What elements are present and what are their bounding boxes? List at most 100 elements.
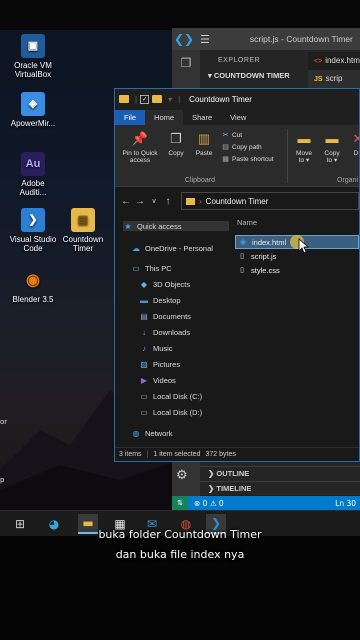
nav-onedrive[interactable]: ☁ OneDrive - Personal (131, 243, 213, 253)
nav-label: Documents (153, 311, 191, 321)
files-icon[interactable]: ❐ (172, 50, 200, 76)
desktop-icon-label: Countdown Timer (62, 235, 104, 253)
paste-shortcut-label: Paste shortcut (232, 156, 274, 163)
new-folder-icon[interactable] (152, 95, 163, 103)
outline-section[interactable]: ❯ OUTLINE (200, 466, 360, 480)
quick-access-dropdown-icon[interactable]: ▾ (168, 95, 172, 104)
hamburger-menu-icon[interactable]: ☰ (200, 33, 210, 46)
nav-pictures[interactable]: ▨ Pictures (139, 359, 180, 369)
explorer-titlebar: | ✓ ▾ | Countdown Timer (115, 89, 359, 109)
ribbon-home: 📌 Pin to Quick access ❐ Copy ▥ Paste ✂ Cu… (115, 125, 359, 187)
desktop-icon-virtualbox[interactable]: ▣ Oracle VM VirtualBox (2, 34, 64, 79)
vscode-titlebar: ❮❯ ☰ script.js - Countdown Timer (172, 28, 360, 50)
nav-label: This PC (145, 263, 172, 273)
nav-label: Local Disk (D:) (153, 407, 203, 417)
address-bar[interactable]: › Countdown Timer (181, 192, 359, 210)
cursor-position[interactable]: Ln 30 (335, 499, 356, 508)
caption-line-1: buka folder Countdown Timer (98, 528, 262, 541)
nav-desktop[interactable]: ▬ Desktop (139, 295, 181, 305)
move-to-label: Move to ▾ (296, 150, 312, 164)
document-icon: ▤ (140, 311, 148, 321)
paste-label: Paste (195, 150, 213, 157)
caption-line-2: dan buka file index nya (115, 548, 245, 561)
virtualbox-icon: ▣ (21, 34, 45, 58)
selection-size: 372 bytes (205, 451, 236, 458)
tab-share[interactable]: Share (183, 110, 221, 125)
desktop-icon-countdown-timer[interactable]: ▤ Countdown Timer (52, 208, 114, 253)
nav-network[interactable]: ◍ Network (131, 428, 173, 438)
cube-icon: ◆ (140, 279, 148, 289)
properties-icon[interactable]: ✓ (140, 94, 150, 104)
organize-group-label: Organi (337, 177, 359, 184)
problems-indicator[interactable]: ⊗ 0 ⚠ 0 (194, 499, 224, 508)
delete-button[interactable]: ✕ D (349, 129, 359, 158)
move-to-button[interactable]: ▬ Move to ▾ (293, 129, 315, 165)
tab-script-js[interactable]: JS scrip (308, 70, 360, 88)
copy-path-label: Copy path (232, 144, 262, 151)
ribbon-tabs: File Home Share View (115, 109, 359, 125)
tab-label: scrip (325, 74, 343, 83)
copy-icon: ❐ (170, 130, 182, 146)
copy-path-button[interactable]: ▤ Copy path (221, 143, 262, 151)
file-style-css[interactable]: ▯ style.css (235, 263, 359, 277)
file-icon: ▯ (240, 267, 244, 274)
file-script-js[interactable]: ▯ script.js (235, 249, 359, 263)
nav-quick-access[interactable]: ★ Quick access (123, 221, 229, 231)
explorer-window-title: Countdown Timer (189, 94, 252, 104)
paste-icon: ▥ (197, 130, 211, 146)
nav-local-disk-c[interactable]: ▭ Local Disk (C:) (139, 391, 202, 401)
nav-label: Local Disk (C:) (153, 391, 203, 401)
folder-section-header[interactable]: ▾ COUNTDOWN TIMER (200, 64, 308, 80)
nav-this-pc[interactable]: ▭ This PC (131, 263, 172, 273)
tab-home[interactable]: Home (145, 110, 184, 125)
up-arrow-icon[interactable]: ↑ (161, 196, 175, 207)
edge-html-file-icon: ◉ (239, 239, 247, 246)
drive-icon: ▭ (140, 391, 148, 401)
pin-icon: 📌 (131, 130, 149, 146)
nav-videos[interactable]: ▶ Videos (139, 375, 176, 385)
desktop-icon-apowermirror[interactable]: ◈ ApowerMir... (2, 92, 64, 128)
paste-shortcut-button[interactable]: ▦ Paste shortcut (221, 155, 274, 163)
network-icon: ◍ (132, 428, 140, 438)
nav-label: 3D Objects (153, 279, 191, 289)
folder-icon: ▤ (71, 208, 95, 232)
tab-file[interactable]: File (115, 110, 146, 125)
navigation-pane: ★ Quick access ☁ OneDrive - Personal ▭ This… (115, 215, 233, 449)
nav-label: Pictures (153, 359, 181, 369)
back-arrow-icon[interactable]: ← (119, 196, 133, 207)
pin-label: Pin to Quick access (122, 150, 158, 164)
nav-downloads[interactable]: ↓ Downloads (139, 327, 190, 337)
desktop-icon-blender[interactable]: ◉ Blender 3.5 (2, 268, 64, 304)
star-icon: ★ (124, 221, 132, 231)
explorer-status-bar: 3 items | 1 item selected 372 bytes (115, 447, 359, 461)
gear-icon[interactable]: ⚙ (176, 468, 188, 483)
nav-3d-objects[interactable]: ◆ 3D Objects (139, 279, 190, 289)
separator: | (178, 94, 181, 104)
desktop-edge-text: p (0, 476, 5, 484)
separator: | (146, 451, 149, 458)
nav-documents[interactable]: ▤ Documents (139, 311, 191, 321)
vscode-window-title: script.js - Countdown Timer (249, 34, 353, 44)
copy-button[interactable]: ❐ Copy (165, 129, 187, 158)
copy-to-button[interactable]: ▬ Copy to ▾ (321, 129, 343, 165)
paste-button[interactable]: ▥ Paste (193, 129, 215, 158)
desktop-icon-label: Oracle VM VirtualBox (14, 61, 52, 79)
tab-view[interactable]: View (221, 110, 255, 125)
tab-index-html[interactable]: <> index.htm (308, 52, 360, 70)
recent-dropdown-icon[interactable]: ∨ (147, 197, 161, 205)
vscode-logo-icon: ❮❯ (173, 32, 195, 46)
nav-music[interactable]: ♪ Music (139, 343, 173, 353)
file-name: style.css (251, 265, 280, 275)
cut-button[interactable]: ✂ Cut (221, 131, 243, 139)
forward-arrow-icon[interactable]: → (133, 196, 147, 207)
column-header-name[interactable]: Name (237, 218, 257, 227)
remote-icon[interactable]: ⇅ (172, 496, 188, 510)
nav-label: Music (153, 343, 173, 353)
pin-quick-access-button[interactable]: 📌 Pin to Quick access (119, 129, 161, 165)
drive-icon: ▭ (140, 407, 148, 417)
computer-icon: ▭ (132, 263, 140, 273)
nav-local-disk-d[interactable]: ▭ Local Disk (D:) (139, 407, 202, 417)
desktop-icon-audition[interactable]: Au Adobe Auditi... (2, 152, 64, 197)
desktop-icon-label: Adobe Auditi... (19, 179, 47, 197)
timeline-section[interactable]: ❯ TIMELINE (200, 481, 360, 495)
